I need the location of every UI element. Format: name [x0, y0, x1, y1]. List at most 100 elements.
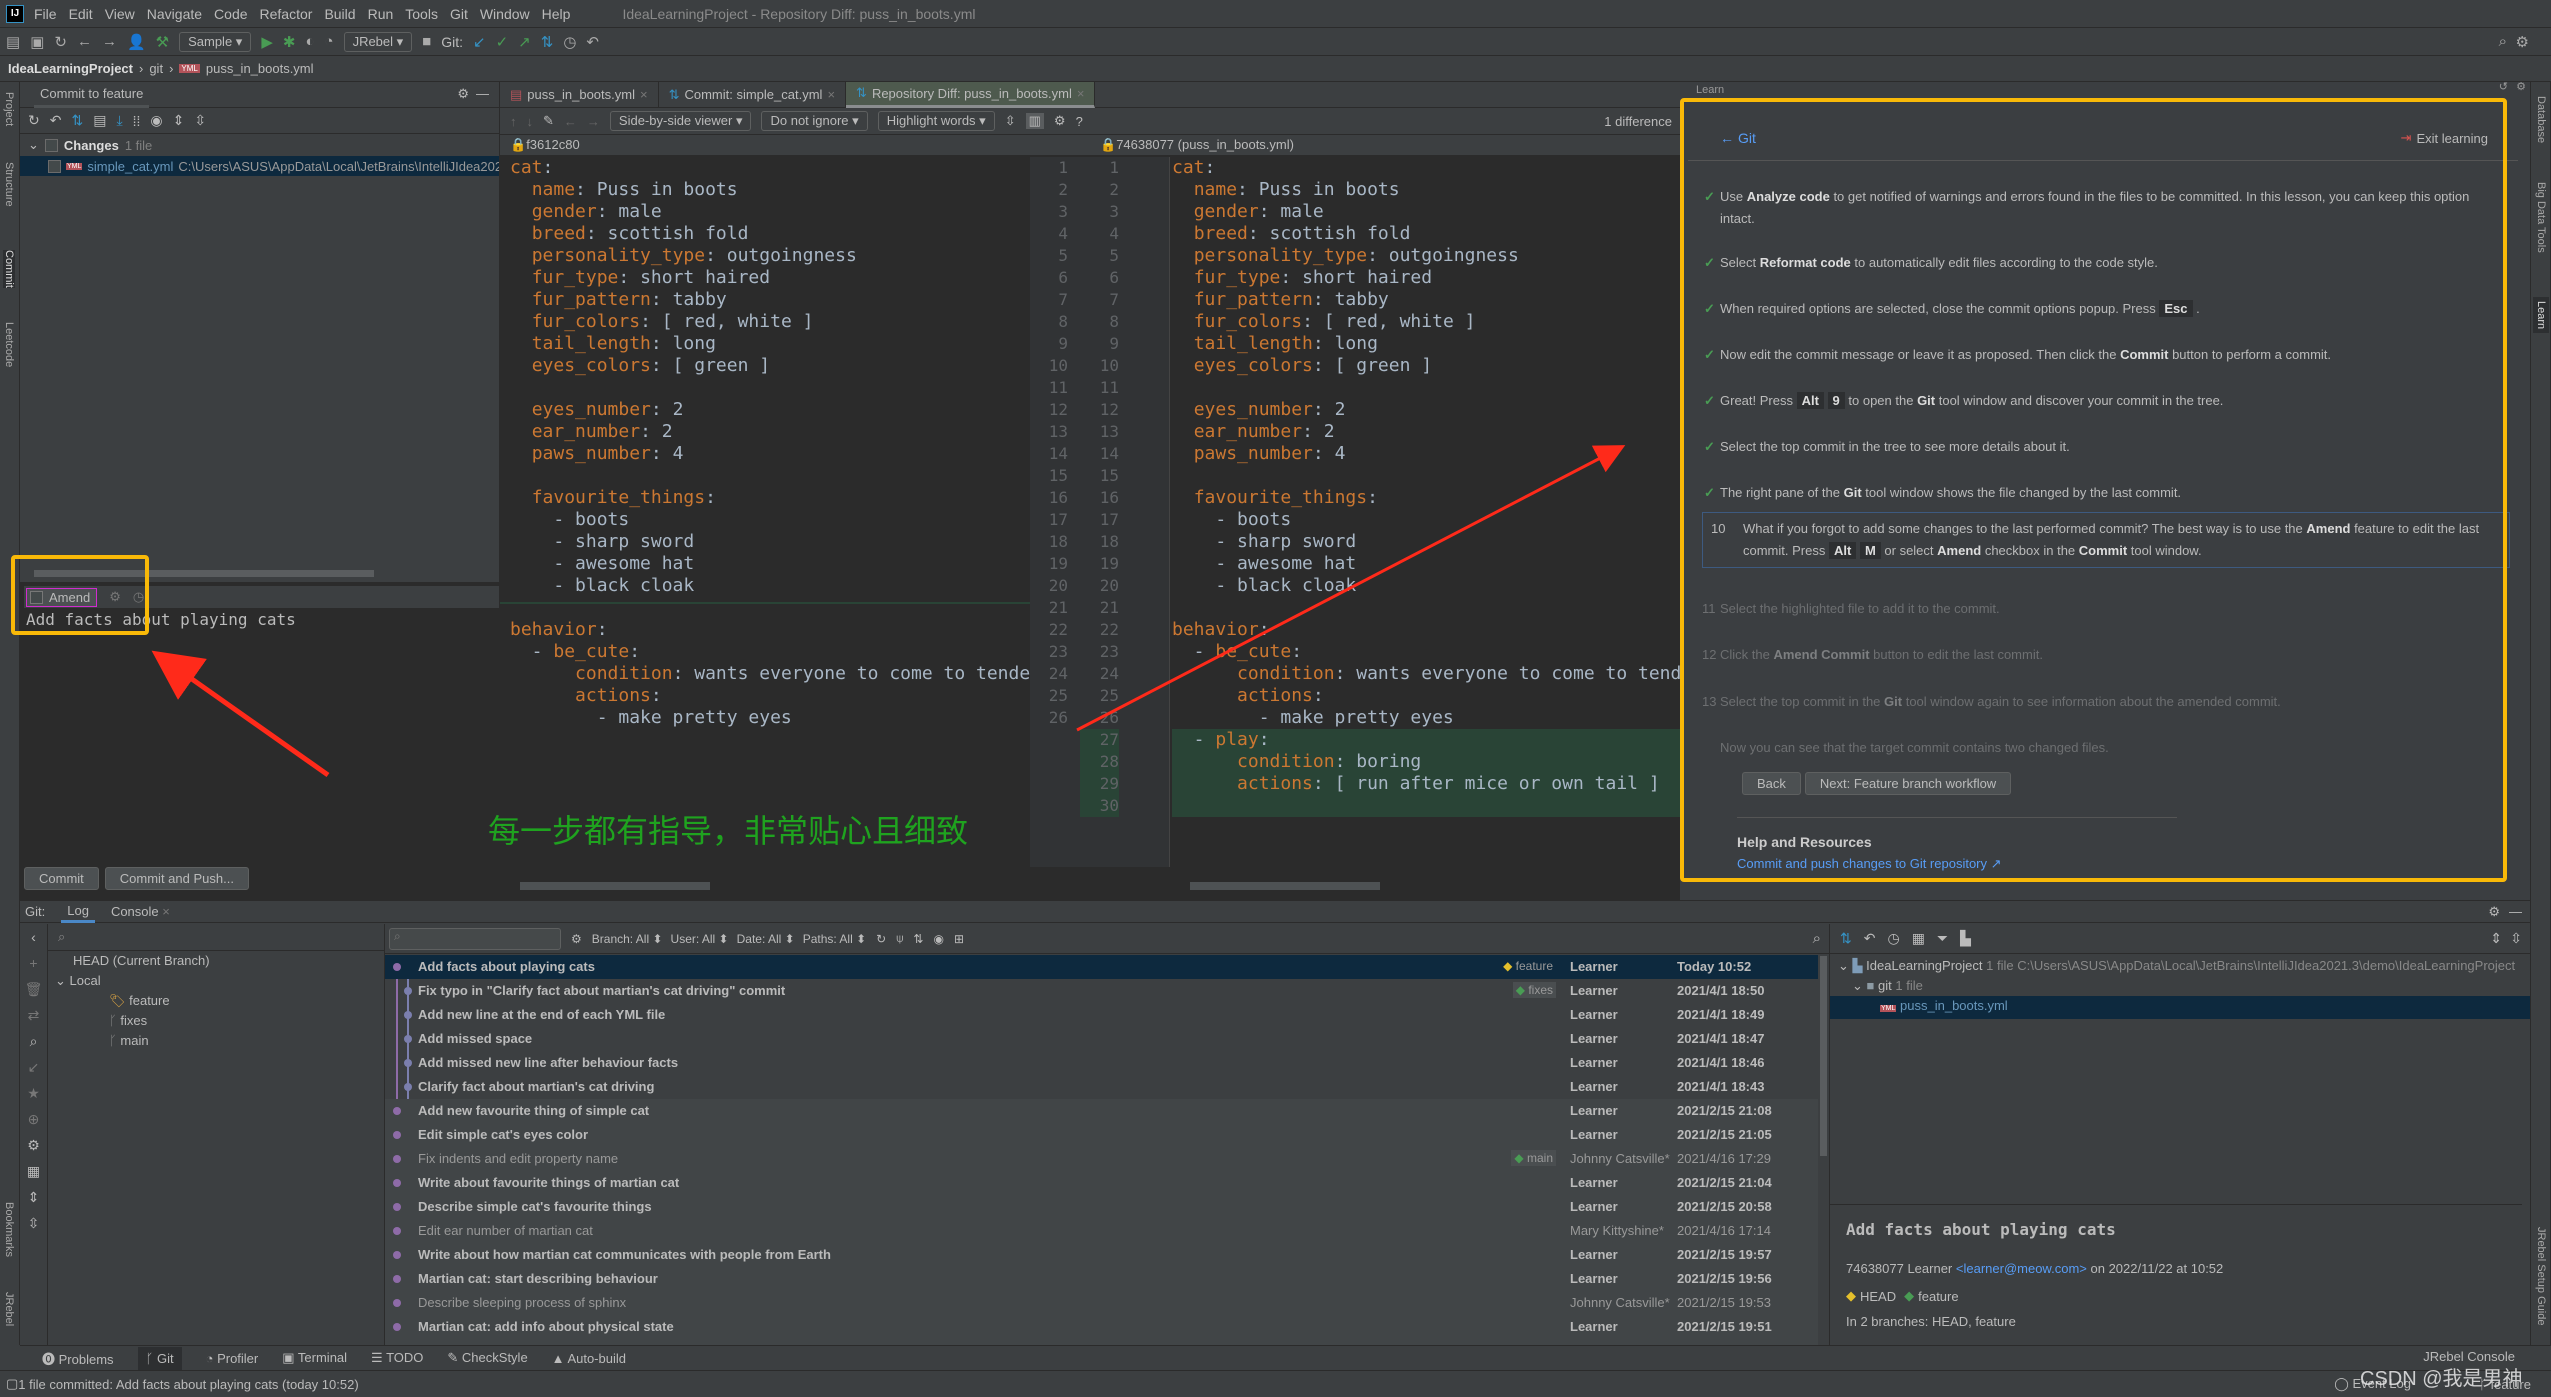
filter-user[interactable]: User: All ⬍	[671, 932, 729, 946]
eye-icon[interactable]: ◉	[150, 112, 162, 129]
tool-tab-profiler[interactable]: ◔ Profiler	[206, 1351, 259, 1366]
commit-row[interactable]: Edit simple cat's eyes color Learner 2021/…	[385, 1123, 1818, 1147]
commit-row[interactable]: Fix typo in "Clarify fact about martian'…	[385, 979, 1818, 1003]
changes-checkbox[interactable]	[44, 138, 58, 152]
user-icon[interactable]: 👤	[127, 33, 146, 51]
menu-code[interactable]: Code	[214, 6, 247, 22]
tool-tab-checkstyle[interactable]: ✎ CheckStyle	[447, 1350, 527, 1366]
stripe-database[interactable]: Database	[2535, 96, 2547, 143]
amend-checkbox[interactable]: Amend	[26, 587, 98, 607]
menu-view[interactable]: View	[105, 6, 135, 22]
commit-row[interactable]: Martian cat: add info about physical sta…	[385, 1315, 1818, 1339]
build-icon[interactable]: ⚒	[156, 33, 169, 51]
commit-row[interactable]: Fix indents and edit property name ◆ main…	[385, 1147, 1818, 1171]
save-icon[interactable]: ▣	[30, 33, 44, 51]
forward-icon[interactable]: →	[587, 114, 600, 129]
tool-tab-auto-build[interactable]: ▲ Auto-build	[552, 1351, 626, 1366]
stripe-project[interactable]: Project	[3, 92, 15, 126]
git-push-icon[interactable]: ↗	[518, 33, 531, 51]
new-tab-icon[interactable]: ⊞	[954, 932, 964, 946]
sort-icon[interactable]: ⇅	[913, 932, 923, 946]
expand-all-icon[interactable]: ⇕	[2490, 930, 2502, 947]
cherry-pick-icon[interactable]: ⍦	[896, 931, 903, 946]
update-icon[interactable]: ⤓	[116, 112, 122, 129]
refresh-icon[interactable]: ↻	[876, 932, 886, 946]
collapse-all-icon[interactable]: ⇳	[20, 1210, 47, 1236]
filter-branch[interactable]: Branch: All ⬍	[592, 932, 663, 946]
commit-row[interactable]: Add new favourite thing of simple cat Lea…	[385, 1099, 1818, 1123]
minimize-icon[interactable]: —	[476, 86, 489, 101]
group-icon[interactable]: ⁞⁞	[133, 113, 141, 129]
history-icon[interactable]: ◷	[133, 589, 144, 605]
horizontal-scrollbar[interactable]	[34, 570, 374, 577]
close-icon[interactable]: ×	[640, 87, 648, 102]
breadcrumb-file[interactable]: puss_in_boots.yml	[206, 61, 314, 76]
gear-icon[interactable]: ⚙	[109, 589, 121, 605]
menu-run[interactable]: Run	[368, 6, 394, 22]
collapse-all-icon[interactable]: ⇳	[194, 112, 206, 129]
stripe-bookmarks[interactable]: Bookmarks	[3, 1202, 15, 1257]
stripe-learn[interactable]: Learn	[2533, 297, 2549, 334]
commit-row[interactable]: Edit ear number of martian cat Mary Kitty…	[385, 1219, 1818, 1243]
menu-file[interactable]: File	[34, 6, 57, 22]
right-scrollbar[interactable]	[1190, 882, 1380, 890]
rollback-icon[interactable]: ↶	[50, 112, 62, 129]
tree-project[interactable]: ⌄ ▙ IdeaLearningProject 1 file C:\Users\…	[1830, 956, 2530, 976]
change-file-row[interactable]: YML simple_cat.yml C:\Users\ASUS\AppData…	[20, 156, 499, 176]
open-icon[interactable]: ▤	[6, 33, 20, 51]
highlight-select[interactable]: Highlight words ▾	[877, 111, 995, 131]
sync-scroll-icon[interactable]: ▥	[1025, 113, 1044, 129]
group-icon[interactable]: ▦	[20, 1158, 47, 1184]
run-icon[interactable]: ▶	[261, 33, 273, 51]
stripe-jrebel[interactable]: JRebel	[3, 1292, 15, 1326]
git-history-icon[interactable]: ◷	[563, 33, 576, 51]
profile-icon[interactable]: ◔	[325, 33, 334, 50]
amend-checkbox-box[interactable]	[30, 590, 43, 604]
commit-row[interactable]: Add new line at the end of each YML file…	[385, 1003, 1818, 1027]
tool-tab-git[interactable]: ᚴ Git	[137, 1346, 182, 1370]
menu-tools[interactable]: Tools	[405, 6, 438, 22]
collapse-panel-icon[interactable]: ‹	[20, 924, 47, 950]
menu-refactor[interactable]: Refactor	[260, 6, 313, 22]
gear-icon[interactable]: ⚙	[2488, 904, 2500, 920]
locate-icon[interactable]: ⊕	[20, 1106, 47, 1132]
tab-editor-1[interactable]: ⇅ Commit: simple_cat.yml ×	[659, 81, 847, 108]
prev-diff-icon[interactable]: ↑	[510, 114, 517, 129]
changes-group[interactable]: ⌄ Changes 1 file	[20, 134, 499, 156]
right-code-pane[interactable]: cat: name: Puss in boots gender: male br…	[1170, 157, 1680, 867]
menu-window[interactable]: Window	[480, 6, 530, 22]
file-checkbox[interactable]	[48, 159, 61, 173]
collapse-all-icon[interactable]: ⇳	[2510, 930, 2522, 947]
tree-file[interactable]: YML puss_in_boots.yml	[1830, 996, 2530, 1019]
revert-icon[interactable]: ↶	[1864, 930, 1876, 947]
forward-icon[interactable]: →	[102, 33, 117, 50]
compare-icon[interactable]: ⇄	[20, 1002, 47, 1028]
checkout-icon[interactable]: ↙	[20, 1054, 47, 1080]
branch-search-input[interactable]: ⌕	[48, 924, 384, 951]
menu-build[interactable]: Build	[324, 6, 355, 22]
branch-group-local[interactable]: ⌄ Local	[55, 971, 384, 991]
changelist-icon[interactable]: ▤	[93, 112, 106, 129]
commit-row[interactable]: Write about how martian cat communicates…	[385, 1243, 1818, 1267]
run-config-select[interactable]: Sample ▾	[179, 31, 252, 52]
commit-row[interactable]: Add facts about playing cats ◆ feature Lea…	[385, 955, 1818, 979]
edit-icon[interactable]: ✎	[543, 113, 554, 129]
commit-row[interactable]: Clarify fact about martian's cat driving…	[385, 1075, 1818, 1099]
stripe-jrebel-setup-guide[interactable]: JRebel Setup Guide	[2535, 1227, 2547, 1325]
learn-back-link[interactable]: ← Git	[1720, 130, 1756, 146]
coverage-icon[interactable]: ◐	[305, 33, 314, 50]
git-rollback-icon[interactable]: ↶	[586, 33, 599, 51]
help-button[interactable]: ?	[1076, 114, 1083, 129]
tab-editor-2[interactable]: ⇅ Repository Diff: puss_in_boots.yml ×	[846, 81, 1096, 108]
tree-folder[interactable]: ⌄ ■ git 1 file	[1830, 976, 2530, 996]
jrebel-select[interactable]: JRebel ▾	[343, 31, 413, 52]
diff-icon[interactable]: ⇅	[71, 112, 83, 129]
commit-row[interactable]: Add missed space Learner 2021/4/1 18:47	[385, 1027, 1818, 1051]
tab-log[interactable]: Log	[61, 901, 95, 923]
expand-all-icon[interactable]: ⇕	[173, 112, 185, 129]
debug-icon[interactable]: ✱	[283, 33, 296, 51]
minimize-icon[interactable]: —	[2509, 904, 2522, 919]
close-icon[interactable]: ×	[827, 87, 835, 102]
branch-head[interactable]: HEAD (Current Branch)	[73, 951, 384, 971]
next-lesson-button[interactable]: Next: Feature branch workflow	[1804, 772, 2012, 795]
